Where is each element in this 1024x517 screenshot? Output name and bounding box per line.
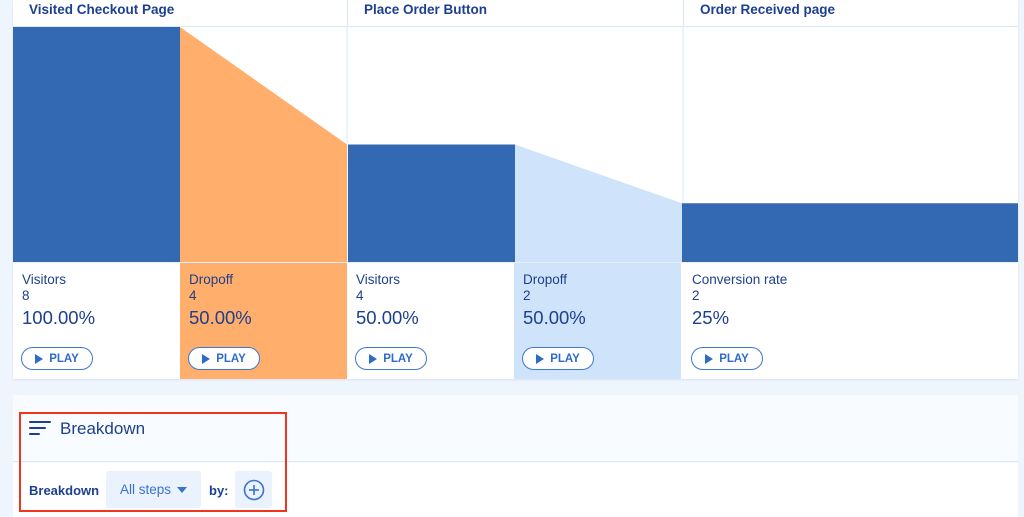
step-title-place-order: Place Order Button <box>347 0 487 27</box>
funnel-chart <box>13 27 1018 263</box>
stat-label: Dropoff <box>189 272 234 287</box>
play-button[interactable]: PLAY <box>21 347 93 370</box>
stat-count: 8 <box>22 288 30 303</box>
plus-circle-icon <box>243 479 264 500</box>
play-button[interactable]: PLAY <box>188 347 260 370</box>
play-label: PLAY <box>719 352 749 365</box>
stat-percent: 100.00% <box>22 307 96 328</box>
step-title-visited-checkout: Visited Checkout Page <box>29 2 175 17</box>
sort-lines-icon <box>29 421 51 435</box>
funnel-bar-3 <box>682 203 1018 262</box>
stat-percent: 50.00% <box>523 307 586 328</box>
stat-visitors-step1: Visitors 8 100.00% PLAY <box>13 263 180 379</box>
funnel-dropoff-2 <box>515 144 682 262</box>
stat-visitors-step2: Visitors 4 50.00% PLAY <box>347 263 514 379</box>
play-icon <box>705 353 714 364</box>
play-button[interactable]: PLAY <box>355 347 427 370</box>
stat-label: Visitors <box>356 272 401 287</box>
step-title-order-received: Order Received page <box>683 0 835 27</box>
funnel-card: Visited Checkout Page Place Order Button… <box>13 0 1018 379</box>
stat-conversion-rate: Conversion rate 2 25% PLAY <box>683 263 1018 379</box>
breakdown-select-value: All steps <box>119 482 172 497</box>
funnel-bar-1 <box>13 27 180 262</box>
funnel-step-headers: Visited Checkout Page Place Order Button… <box>13 0 1018 27</box>
play-icon <box>536 353 545 364</box>
play-label: PLAY <box>49 352 79 365</box>
stat-count: 2 <box>692 288 700 303</box>
breakdown-header: Breakdown <box>13 395 1018 462</box>
by-label: by: <box>209 483 229 498</box>
caret-down-icon <box>177 486 188 493</box>
stat-dropoff-step1: Dropoff 4 50.00% PLAY <box>180 263 347 379</box>
add-breakdown-button[interactable] <box>235 471 272 508</box>
stat-dropoff-step2: Dropoff 2 50.00% PLAY <box>514 263 681 379</box>
play-label: PLAY <box>216 352 246 365</box>
play-icon <box>202 353 211 364</box>
stat-percent: 25% <box>692 307 730 328</box>
play-label: PLAY <box>550 352 580 365</box>
stat-count: 4 <box>189 288 197 303</box>
stat-label: Conversion rate <box>692 272 788 287</box>
stat-percent: 50.00% <box>356 307 419 328</box>
funnel-dropoff-1 <box>180 27 347 262</box>
funnel-stats: Visitors 8 100.00% PLAY Dropoff 4 50.00%… <box>13 263 1018 379</box>
funnel-bar-2 <box>348 144 515 262</box>
breakdown-label: Breakdown <box>29 483 100 498</box>
play-button[interactable]: PLAY <box>522 347 594 370</box>
stat-label: Visitors <box>22 272 67 287</box>
breakdown-title: Breakdown <box>60 419 146 438</box>
play-icon <box>35 353 44 364</box>
breakdown-panel: Breakdown Breakdown All steps by: <box>13 395 1018 517</box>
play-icon <box>369 353 378 364</box>
breakdown-steps-select[interactable]: All steps <box>106 471 201 508</box>
stat-count: 4 <box>356 288 364 303</box>
stat-count: 2 <box>523 288 531 303</box>
stat-percent: 50.00% <box>189 307 252 328</box>
breakdown-controls: Breakdown All steps by: <box>13 463 1018 517</box>
play-button[interactable]: PLAY <box>691 347 763 370</box>
stat-label: Dropoff <box>523 272 568 287</box>
play-label: PLAY <box>383 352 413 365</box>
